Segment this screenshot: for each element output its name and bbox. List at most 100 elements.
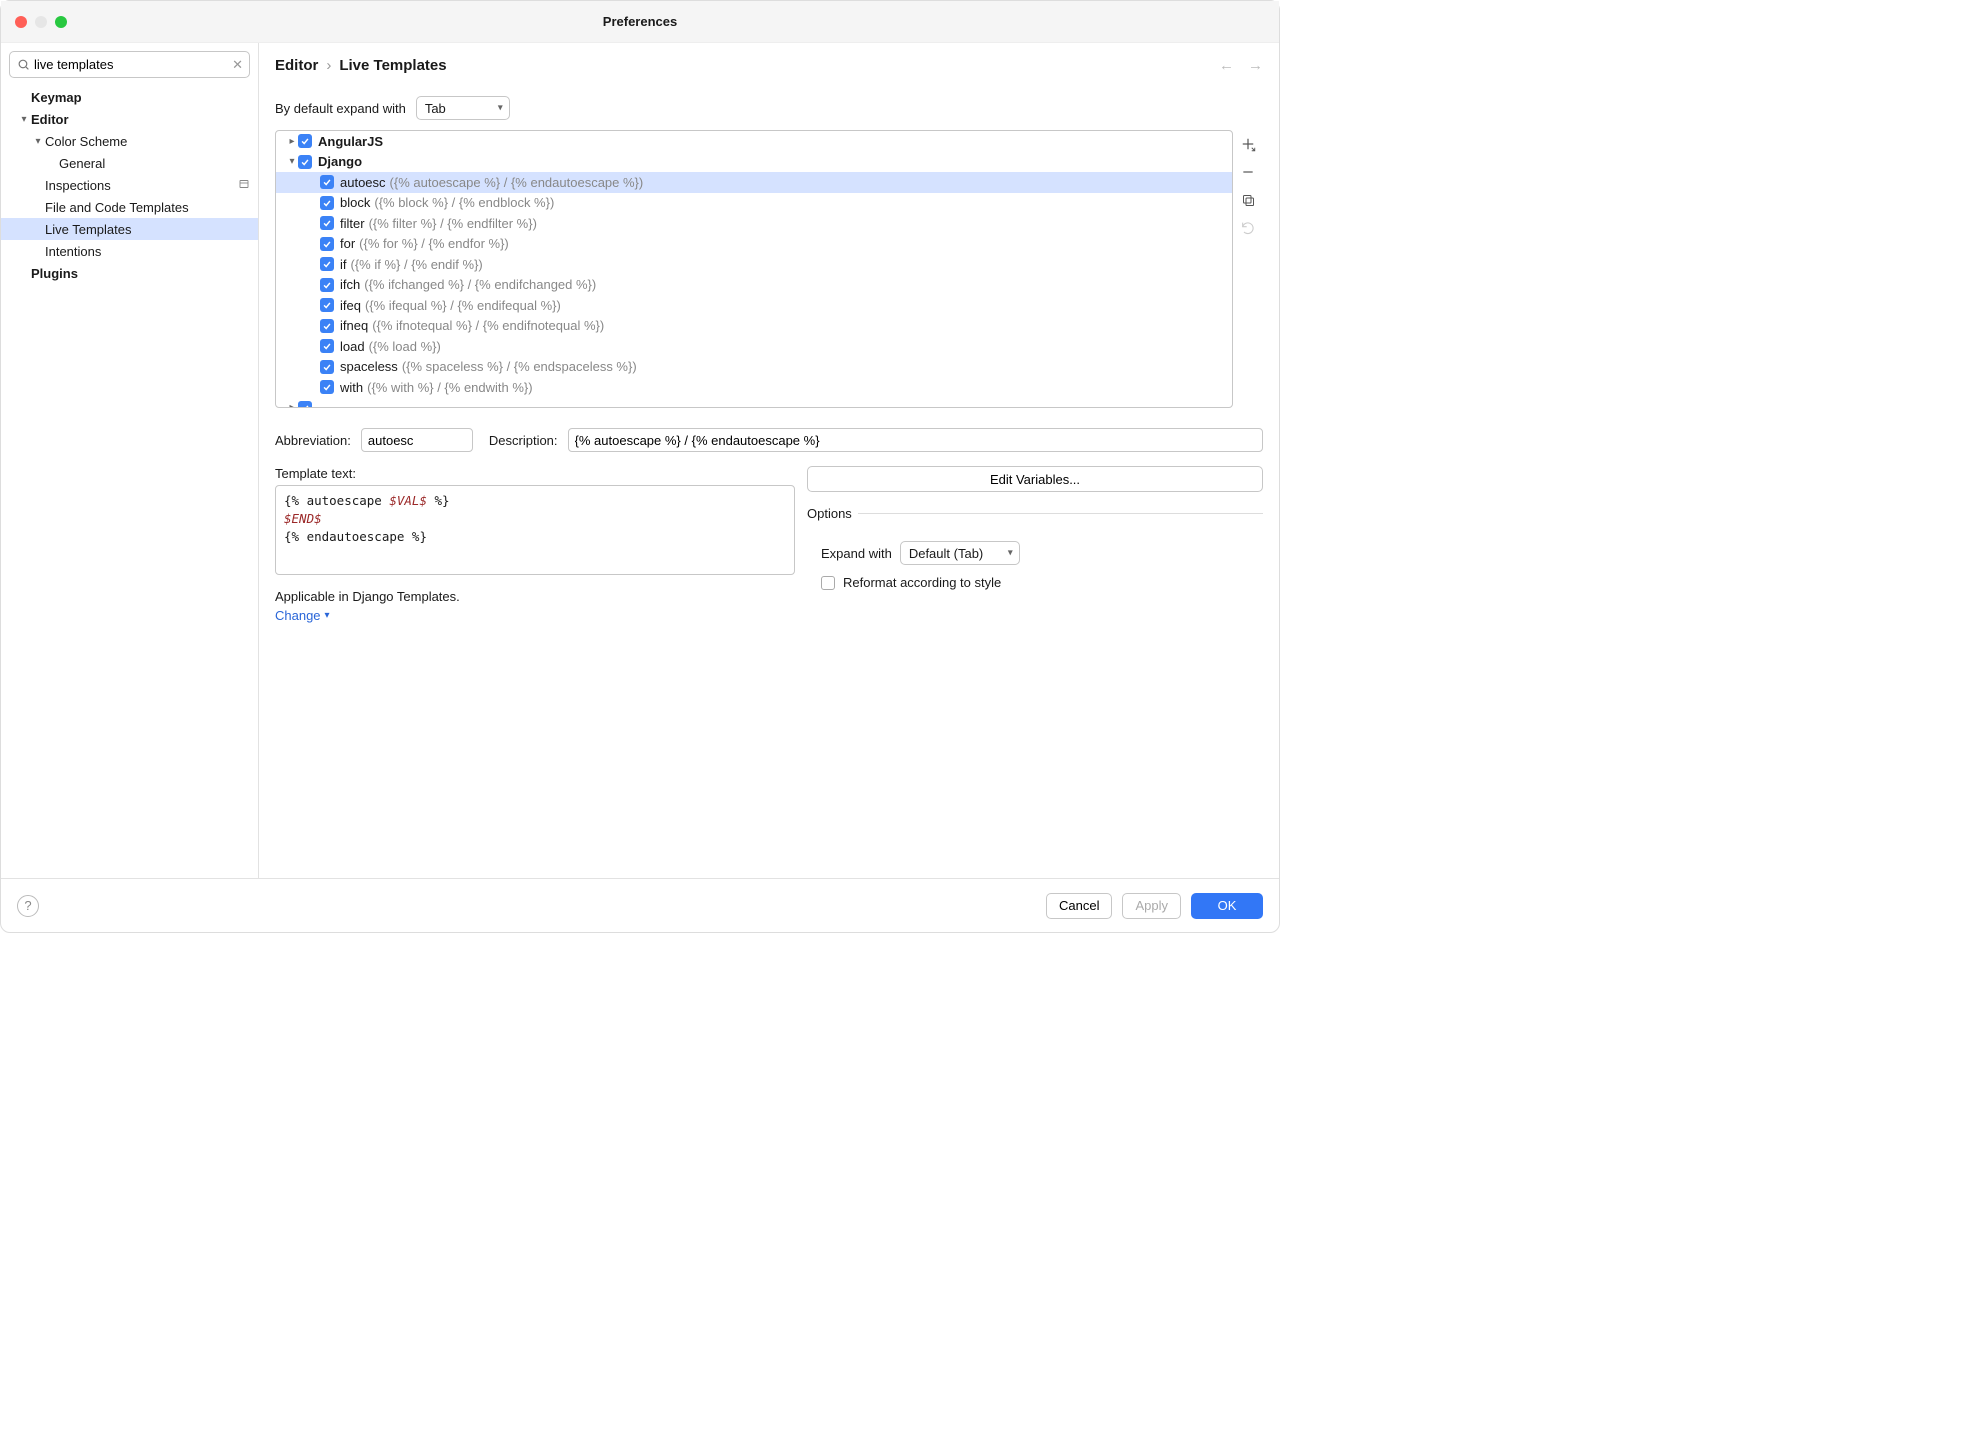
sidebar-item-label: Inspections <box>45 178 111 193</box>
template-checkbox[interactable] <box>320 319 334 333</box>
breadcrumb-root[interactable]: Editor <box>275 57 318 74</box>
revert-template-icon <box>1238 218 1258 238</box>
template-abbr: autoesc <box>340 175 386 190</box>
template-checkbox[interactable] <box>320 360 334 374</box>
template-item-autoesc[interactable]: autoesc ({% autoescape %} / {% endautoesc… <box>276 172 1232 193</box>
maximize-window-button[interactable] <box>55 16 67 28</box>
applicable-context-text: Applicable in Django Templates. <box>275 589 795 604</box>
content-panel: Editor › Live Templates ← → By default e… <box>259 43 1279 878</box>
breadcrumb-leaf: Live Templates <box>339 57 446 74</box>
sidebar-item-file-and-code-templates[interactable]: File and Code Templates <box>1 196 258 218</box>
sidebar-item-color-scheme[interactable]: ▾Color Scheme <box>1 130 258 152</box>
chevron-icon: ▾ <box>17 114 31 125</box>
template-item-load[interactable]: load ({% load %}) <box>276 336 1232 357</box>
template-desc: ({% ifequal %} / {% endifequal %}) <box>365 298 561 313</box>
abbreviation-input[interactable] <box>361 428 473 452</box>
template-abbr: ifch <box>340 277 360 292</box>
template-abbr: filter <box>340 216 365 231</box>
sidebar-item-intentions[interactable]: Intentions <box>1 240 258 262</box>
template-group-angularjs[interactable]: ▸AngularJS <box>276 131 1232 152</box>
template-checkbox[interactable] <box>320 380 334 394</box>
expand-with-select[interactable]: Default (Tab) ▾ <box>900 541 1020 565</box>
template-abbr: ifeq <box>340 298 361 313</box>
template-text-editor[interactable]: {% autoescape $VAL$ %} $END$ {% endautoe… <box>275 485 795 575</box>
template-desc: ({% if %} / {% endif %}) <box>351 257 483 272</box>
default-expand-select[interactable]: Tab ▾ <box>416 96 510 120</box>
template-item-if[interactable]: if ({% if %} / {% endif %}) <box>276 254 1232 275</box>
template-checkbox[interactable] <box>320 237 334 251</box>
nav-forward-icon[interactable]: → <box>1248 57 1263 74</box>
change-context-link[interactable]: Change ▾ <box>275 608 795 623</box>
window-controls <box>15 16 67 28</box>
template-group-partial[interactable]: ▸… <box>276 398 1232 408</box>
options-legend: Options <box>807 506 858 521</box>
add-template-icon[interactable] <box>1238 134 1258 154</box>
templates-list: ▸AngularJS▾Django autoesc ({% autoescape %… <box>275 130 1233 408</box>
sidebar-item-plugins[interactable]: Plugins <box>1 262 258 284</box>
edit-variables-button[interactable]: Edit Variables... <box>807 466 1263 492</box>
template-checkbox[interactable] <box>320 216 334 230</box>
template-abbr: block <box>340 195 370 210</box>
template-desc: ({% block %} / {% endblock %}) <box>374 195 554 210</box>
template-desc: ({% load %}) <box>369 339 441 354</box>
template-item-ifeq[interactable]: ifeq ({% ifequal %} / {% endifequal %}) <box>276 295 1232 316</box>
template-item-ifch[interactable]: ifch({% ifchanged %} / {% endifchanged %… <box>276 275 1232 296</box>
description-input[interactable] <box>568 428 1263 452</box>
cancel-button[interactable]: Cancel <box>1046 893 1112 919</box>
reformat-checkbox[interactable] <box>821 576 835 590</box>
clear-search-icon[interactable]: ✕ <box>232 57 243 73</box>
template-checkbox[interactable] <box>320 196 334 210</box>
group-label: AngularJS <box>318 134 383 149</box>
sidebar-item-label: Color Scheme <box>45 134 127 149</box>
template-abbr: for <box>340 236 355 251</box>
nav-back-icon[interactable]: ← <box>1219 57 1234 74</box>
close-window-button[interactable] <box>15 16 27 28</box>
sidebar-item-label: Plugins <box>31 266 78 281</box>
template-desc: ({% with %} / {% endwith %}) <box>367 380 532 395</box>
help-icon[interactable]: ? <box>17 895 39 917</box>
default-expand-value: Tab <box>425 101 446 116</box>
duplicate-template-icon[interactable] <box>1238 190 1258 210</box>
sidebar-item-inspections[interactable]: Inspections <box>1 174 258 196</box>
template-checkbox[interactable] <box>320 257 334 271</box>
template-item-ifneq[interactable]: ifneq({% ifnotequal %} / {% endifnotequa… <box>276 316 1232 337</box>
abbreviation-label: Abbreviation: <box>275 433 351 448</box>
group-checkbox[interactable] <box>298 155 312 169</box>
sidebar-item-live-templates[interactable]: Live Templates <box>1 218 258 240</box>
template-desc: ({% spaceless %} / {% endspaceless %}) <box>402 359 637 374</box>
chevron-down-icon: ▾ <box>498 103 503 114</box>
sidebar-item-general[interactable]: General <box>1 152 258 174</box>
search-box[interactable]: ✕ <box>9 51 250 78</box>
template-abbr: with <box>340 380 363 395</box>
template-item-filter[interactable]: filter({% filter %} / {% endfilter %}) <box>276 213 1232 234</box>
template-abbr: if <box>340 257 347 272</box>
group-checkbox[interactable] <box>298 401 312 407</box>
expand-with-label: Expand with <box>821 546 892 561</box>
expand-with-value: Default (Tab) <box>909 546 983 561</box>
template-desc: ({% for %} / {% endfor %}) <box>359 236 509 251</box>
ok-button[interactable]: OK <box>1191 893 1263 919</box>
sidebar-item-label: File and Code Templates <box>45 200 189 215</box>
group-checkbox[interactable] <box>298 134 312 148</box>
template-item-with[interactable]: with ({% with %} / {% endwith %}) <box>276 377 1232 398</box>
template-checkbox[interactable] <box>320 339 334 353</box>
chevron-icon: ▾ <box>31 136 45 147</box>
remove-template-icon[interactable] <box>1238 162 1258 182</box>
template-desc: ({% autoescape %} / {% endautoescape %}) <box>390 175 644 190</box>
sidebar-item-editor[interactable]: ▾Editor <box>1 108 258 130</box>
settings-scope-icon <box>238 178 250 193</box>
reformat-label: Reformat according to style <box>843 575 1001 590</box>
sidebar-item-keymap[interactable]: Keymap <box>1 86 258 108</box>
template-checkbox[interactable] <box>320 278 334 292</box>
template-checkbox[interactable] <box>320 175 334 189</box>
template-item-for[interactable]: for ({% for %} / {% endfor %}) <box>276 234 1232 255</box>
group-label: Django <box>318 154 362 169</box>
search-input[interactable] <box>30 55 232 74</box>
template-item-spaceless[interactable]: spaceless({% spaceless %} / {% endspacel… <box>276 357 1232 378</box>
minimize-window-button[interactable] <box>35 16 47 28</box>
template-checkbox[interactable] <box>320 298 334 312</box>
template-group-django[interactable]: ▾Django <box>276 152 1232 173</box>
settings-tree: Keymap▾Editor▾Color SchemeGeneralInspect… <box>1 82 258 284</box>
template-item-block[interactable]: block ({% block %} / {% endblock %}) <box>276 193 1232 214</box>
template-abbr: load <box>340 339 365 354</box>
